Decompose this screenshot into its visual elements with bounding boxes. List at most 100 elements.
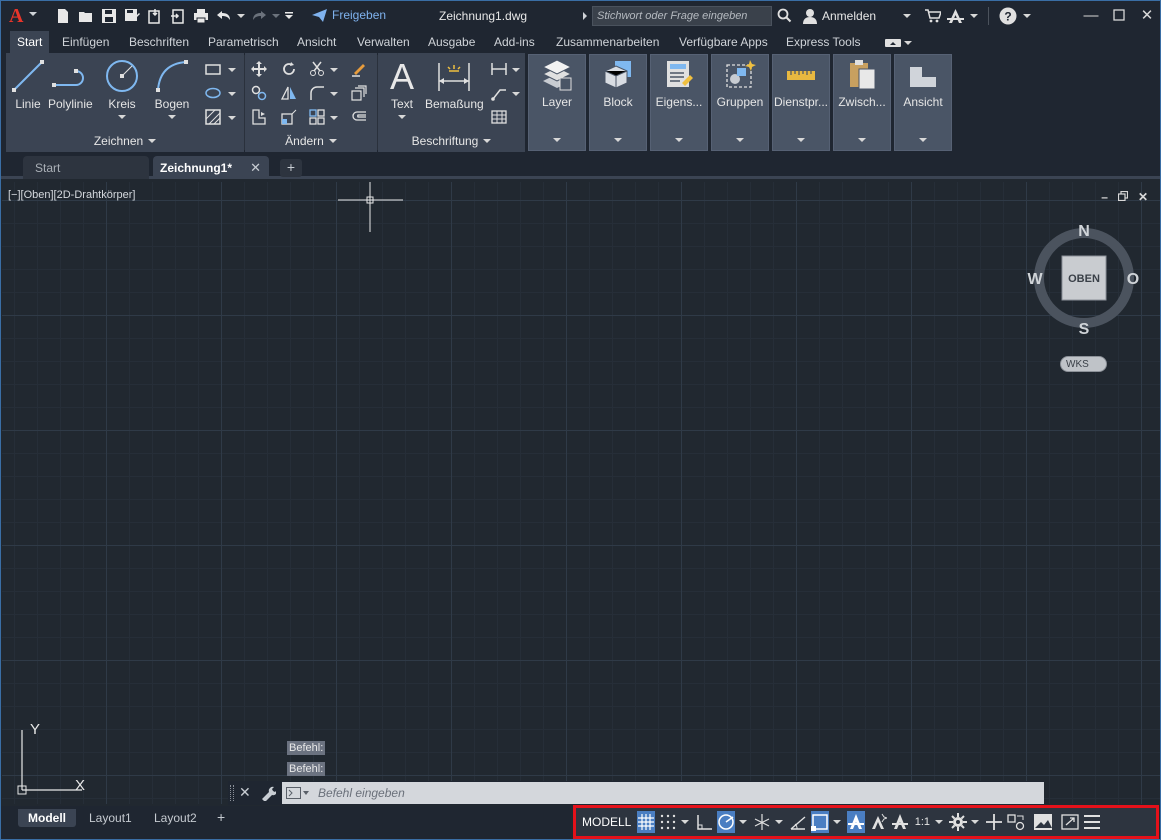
chevron-down-icon[interactable]	[935, 820, 944, 824]
save-icon[interactable]	[99, 7, 118, 25]
trim-icon[interactable]	[306, 58, 328, 80]
chevron-down-icon[interactable]	[237, 7, 245, 25]
customize-statusbar-button[interactable]	[1083, 811, 1101, 833]
tab-einfuegen[interactable]: Einfügen	[62, 35, 109, 49]
compass-east[interactable]: O	[1127, 271, 1139, 288]
scale-icon[interactable]	[278, 106, 300, 128]
tab-zusammenarbeiten[interactable]: Zusammenarbeiten	[556, 35, 659, 49]
tab-start[interactable]: Start	[10, 31, 50, 53]
ribbon-minimize-button[interactable]	[885, 39, 912, 47]
open-folder-icon[interactable]	[76, 7, 95, 25]
object-snap-tracking-toggle[interactable]	[789, 811, 807, 833]
chevron-down-icon[interactable]	[970, 14, 978, 18]
mirror-icon[interactable]	[278, 82, 300, 104]
chevron-down-icon[interactable]	[739, 820, 748, 824]
new-file-icon[interactable]	[53, 7, 72, 25]
model-space-button[interactable]: MODELL	[580, 811, 633, 833]
chevron-down-icon[interactable]	[512, 92, 520, 96]
panel-ansicht[interactable]: Ansicht	[894, 54, 952, 151]
wrench-icon[interactable]	[260, 785, 276, 801]
tab-layout2[interactable]: Layout2	[154, 809, 197, 827]
snap-mode-toggle[interactable]	[659, 811, 677, 833]
help-icon[interactable]: ?	[999, 7, 1017, 25]
ellipse-tool-icon[interactable]	[202, 82, 224, 104]
linear-dimension-icon[interactable]	[488, 58, 510, 80]
workspace-switcher[interactable]	[949, 811, 968, 833]
panel-gruppen[interactable]: Gruppen	[711, 54, 769, 151]
clean-screen-toggle[interactable]	[1061, 811, 1080, 833]
rectangle-tool-icon[interactable]	[202, 58, 224, 80]
share-button[interactable]: Freigeben	[312, 8, 386, 22]
tab-beschriften[interactable]: Beschriften	[129, 35, 189, 49]
annotation-visibility-toggle[interactable]	[847, 811, 866, 833]
chevron-down-icon[interactable]	[971, 820, 980, 824]
ortho-toggle[interactable]	[695, 811, 713, 833]
annotation-scale-selector[interactable]: 1:1	[913, 811, 931, 833]
panel-eigenschaften[interactable]: Eigens...	[650, 54, 708, 151]
chevron-down-icon[interactable]	[228, 68, 236, 72]
panel-title-zeichnen[interactable]: Zeichnen	[6, 134, 244, 148]
compass-north[interactable]: N	[1078, 223, 1090, 240]
chevron-down-icon[interactable]	[330, 92, 338, 96]
panel-title-aendern[interactable]: Ändern	[245, 134, 377, 148]
restore-icon[interactable]	[1117, 190, 1129, 204]
chevron-down-icon[interactable]	[833, 820, 842, 824]
maximize-icon[interactable]	[1112, 5, 1126, 25]
chevron-down-icon[interactable]	[330, 116, 338, 120]
arc-tool-button[interactable]: Bogen	[154, 59, 190, 119]
sign-in-button[interactable]: Anmelden	[802, 8, 876, 24]
application-menu-button[interactable]: A	[9, 6, 23, 26]
isolate-objects-toggle[interactable]	[1007, 811, 1025, 833]
auto-scale-toggle[interactable]	[869, 811, 888, 833]
rotate-icon[interactable]	[278, 58, 300, 80]
chevron-right-icon[interactable]	[583, 12, 587, 20]
annotation-scale-icon-button[interactable]	[891, 811, 909, 833]
circle-tool-button[interactable]: Kreis	[105, 59, 139, 119]
autodesk-a360-icon[interactable]	[947, 8, 964, 24]
annotation-monitor-toggle[interactable]	[985, 811, 1003, 833]
plot-print-icon[interactable]	[191, 7, 210, 25]
chevron-down-icon[interactable]	[228, 92, 236, 96]
command-input[interactable]: Befehl eingeben	[282, 782, 1044, 804]
polyline-tool-button[interactable]: Polylinie	[48, 59, 93, 111]
line-tool-button[interactable]: Linie	[11, 59, 45, 111]
grid-toggle[interactable]	[637, 811, 656, 833]
search-icon[interactable]	[777, 8, 792, 26]
hardware-acceleration-toggle[interactable]	[1033, 811, 1053, 833]
tab-verfuegbare-apps[interactable]: Verfügbare Apps	[679, 35, 768, 49]
chevron-down-icon[interactable]	[272, 7, 280, 25]
save-as-icon[interactable]	[122, 7, 141, 25]
web-mobile-save-icon[interactable]	[145, 7, 164, 25]
table-icon[interactable]	[488, 106, 510, 128]
tab-add-ins[interactable]: Add-ins	[494, 35, 535, 49]
chevron-down-icon[interactable]	[903, 14, 911, 18]
viewcube-face[interactable]: OBEN	[1068, 273, 1100, 285]
erase-icon[interactable]	[348, 58, 370, 80]
minimize-icon[interactable]: —	[1084, 5, 1099, 25]
panel-dienstprogramme[interactable]: Dienstpr...	[772, 54, 830, 151]
offset-icon[interactable]	[348, 106, 370, 128]
tab-ausgabe[interactable]: Ausgabe	[428, 35, 475, 49]
tab-model[interactable]: Modell	[18, 809, 76, 827]
tab-drawing[interactable]: Zeichnung1* ✕	[153, 156, 269, 179]
panel-zwischenablage[interactable]: Zwisch...	[833, 54, 891, 151]
minimize-icon[interactable]: –	[1101, 190, 1108, 204]
compass-west[interactable]: W	[1027, 271, 1043, 288]
leader-icon[interactable]	[488, 82, 510, 104]
viewport-controls-label[interactable]: [−][Oben][2D-Drahtkörper]	[8, 189, 135, 201]
polar-tracking-toggle[interactable]	[717, 811, 736, 833]
command-prompt-icon[interactable]	[286, 787, 310, 799]
close-icon[interactable]: ✕	[1138, 190, 1148, 204]
explode-icon[interactable]	[348, 82, 370, 104]
compass-south[interactable]: S	[1079, 321, 1090, 338]
search-input[interactable]: Stichwort oder Frage eingeben	[592, 6, 772, 26]
panel-block[interactable]: Block	[589, 54, 647, 151]
object-snap-toggle[interactable]	[811, 811, 830, 833]
chevron-down-icon[interactable]	[1023, 14, 1031, 18]
chevron-down-icon[interactable]	[330, 68, 338, 72]
chevron-down-icon[interactable]	[775, 820, 784, 824]
stretch-icon[interactable]	[248, 106, 270, 128]
viewcube[interactable]: OBEN N S W O	[1022, 222, 1142, 352]
close-icon[interactable]: ✕	[250, 160, 261, 176]
drawing-canvas[interactable]: [−][Oben][2D-Drahtkörper] – ✕ OBEN N S W…	[2, 182, 1160, 804]
